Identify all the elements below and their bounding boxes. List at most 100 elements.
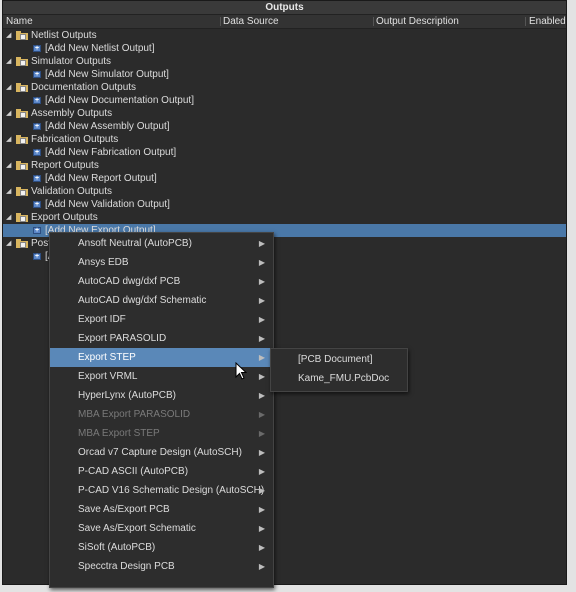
context-menu-item[interactable]: SiSoft (AutoPCB) ▶	[50, 538, 273, 557]
add-output-icon: +	[33, 149, 41, 156]
column-divider[interactable]	[373, 17, 374, 26]
add-output-icon: +	[33, 71, 41, 78]
add-output-row[interactable]: + [Add New Report Output]	[3, 172, 566, 185]
tree-category-row[interactable]: ◢ Assembly Outputs	[3, 107, 566, 120]
folder-icon	[16, 135, 28, 144]
column-enabled[interactable]: Enabled	[529, 15, 566, 28]
submenu-arrow-icon: ▶	[258, 334, 265, 343]
context-menu-item[interactable]: Ansys EDB ▶	[50, 253, 273, 272]
context-menu-item[interactable]: Orcad v7 Capture Design (AutoSCH) ▶	[50, 443, 273, 462]
submenu-arrow-icon: ▶	[258, 315, 265, 324]
context-menu-item[interactable]: AutoCAD dwg/dxf PCB ▶	[50, 272, 273, 291]
menu-item-label: Save As/Export Schematic	[78, 523, 196, 534]
menu-item-label: P-CAD ASCII (AutoPCB)	[78, 466, 189, 477]
expand-triangle-icon[interactable]: ◢	[6, 159, 11, 172]
add-output-row[interactable]: + [Add New Simulator Output]	[3, 68, 566, 81]
submenu-arrow-icon: ▶	[258, 239, 265, 248]
submenu-arrow-icon: ▶	[258, 296, 265, 305]
submenu-arrow-icon: ▶	[258, 467, 265, 476]
folder-icon	[16, 83, 28, 92]
folder-icon	[16, 161, 28, 170]
menu-item-label: AutoCAD dwg/dxf Schematic	[78, 295, 207, 306]
column-divider[interactable]	[525, 17, 526, 26]
expand-triangle-icon[interactable]: ◢	[6, 185, 11, 198]
tree-category-row[interactable]: ◢ Validation Outputs	[3, 185, 566, 198]
column-name[interactable]: Name	[6, 15, 33, 28]
folder-icon	[16, 187, 28, 196]
context-menu-item[interactable]: P-CAD V16 Schematic Design (AutoSCH) ▶	[50, 481, 273, 500]
tree-category-label: Export Outputs	[31, 212, 98, 223]
folder-icon	[16, 109, 28, 118]
expand-triangle-icon[interactable]: ◢	[6, 107, 11, 120]
add-output-row[interactable]: + [Add New Assembly Output]	[3, 120, 566, 133]
panel-title: Outputs	[3, 1, 566, 15]
submenu-arrow-icon: ▶	[258, 372, 265, 381]
menu-item-label: Export IDF	[78, 314, 126, 325]
tree-category-label: Netlist Outputs	[31, 30, 97, 41]
submenu-arrow-icon: ▶	[258, 277, 265, 286]
add-output-row[interactable]: + [Add New Validation Output]	[3, 198, 566, 211]
column-output-description[interactable]: Output Description	[376, 15, 459, 28]
submenu-item-label: [PCB Document]	[298, 354, 373, 365]
tree-category-label: Fabrication Outputs	[31, 134, 119, 145]
menu-item-label: Save As/Export PCB	[78, 504, 170, 515]
context-menu-item[interactable]: HyperLynx (AutoPCB) ▶	[50, 386, 273, 405]
add-output-row[interactable]: + [Add New Netlist Output]	[3, 42, 566, 55]
add-output-row[interactable]: + [Add New Fabrication Output]	[3, 146, 566, 159]
menu-item-label: Export VRML	[78, 371, 138, 382]
expand-triangle-icon[interactable]: ◢	[6, 55, 11, 68]
add-output-icon: +	[33, 97, 41, 104]
add-output-label: [Add New Assembly Output]	[45, 121, 170, 132]
submenu-arrow-icon: ▶	[258, 543, 265, 552]
context-menu-item[interactable]: Save As/Export Schematic ▶	[50, 519, 273, 538]
tree-category-row[interactable]: ◢ Export Outputs	[3, 211, 566, 224]
add-output-icon: +	[33, 175, 41, 182]
expand-triangle-icon[interactable]: ◢	[6, 81, 11, 94]
submenu-arrow-icon: ▶	[258, 429, 265, 438]
add-output-icon: +	[33, 45, 41, 52]
expand-triangle-icon[interactable]: ◢	[6, 133, 11, 146]
column-divider[interactable]	[220, 17, 221, 26]
submenu-arrow-icon: ▶	[258, 562, 265, 571]
tree-category-row[interactable]: ◢ Documentation Outputs	[3, 81, 566, 94]
add-output-label: [Add New Fabrication Output]	[45, 147, 177, 158]
export-step-submenu: [PCB Document] Kame_FMU.PcbDoc	[270, 348, 408, 392]
menu-item-label: HyperLynx (AutoPCB)	[78, 390, 176, 401]
context-menu-item[interactable]: P-CAD ASCII (AutoPCB) ▶	[50, 462, 273, 481]
tree-category-row[interactable]: ◢ Fabrication Outputs	[3, 133, 566, 146]
menu-item-label: Ansoft Neutral (AutoPCB)	[78, 238, 192, 249]
expand-triangle-icon[interactable]: ◢	[6, 237, 11, 250]
submenu-arrow-icon: ▶	[258, 524, 265, 533]
context-menu-item[interactable]: Specctra Design PCB ▶	[50, 557, 273, 576]
submenu-item[interactable]: [PCB Document]	[271, 350, 407, 369]
tree-category-label: Validation Outputs	[31, 186, 112, 197]
menu-item-label: Export PARASOLID	[78, 333, 167, 344]
context-menu-item[interactable]: Ansoft Neutral (AutoPCB) ▶	[50, 234, 273, 253]
submenu-arrow-icon: ▶	[258, 410, 265, 419]
menu-item-label: MBA Export PARASOLID	[78, 409, 191, 420]
submenu-item[interactable]: Kame_FMU.PcbDoc	[271, 369, 407, 388]
context-menu-item[interactable]: Export PARASOLID ▶	[50, 329, 273, 348]
context-menu: Ansoft Neutral (AutoPCB) ▶ Ansys EDB ▶ AutoC…	[49, 232, 274, 588]
menu-item-label: MBA Export STEP	[78, 428, 160, 439]
submenu-item-label: Kame_FMU.PcbDoc	[298, 373, 390, 384]
context-menu-item[interactable]: Export IDF ▶	[50, 310, 273, 329]
column-data-source[interactable]: Data Source	[223, 15, 279, 28]
context-menu-item: MBA Export PARASOLID ▶	[50, 405, 273, 424]
expand-triangle-icon[interactable]: ◢	[6, 29, 11, 42]
context-menu-item[interactable]: Save As/Export PCB ▶	[50, 500, 273, 519]
add-output-label: [Add New Simulator Output]	[45, 69, 169, 80]
tree-category-row[interactable]: ◢ Netlist Outputs	[3, 29, 566, 42]
add-output-icon: +	[33, 201, 41, 208]
tree-category-row[interactable]: ◢ Simulator Outputs	[3, 55, 566, 68]
tree-category-row[interactable]: ◢ Report Outputs	[3, 159, 566, 172]
menu-item-label: Specctra Design PCB	[78, 561, 175, 572]
tree-category-label: Documentation Outputs	[31, 82, 137, 93]
add-output-icon: +	[33, 227, 41, 234]
column-header: Name Data Source Output Description Enab…	[3, 15, 566, 29]
menu-item-label: AutoCAD dwg/dxf PCB	[78, 276, 181, 287]
add-output-row[interactable]: + [Add New Documentation Output]	[3, 94, 566, 107]
context-menu-item: MBA Export STEP ▶	[50, 424, 273, 443]
context-menu-item[interactable]: AutoCAD dwg/dxf Schematic ▶	[50, 291, 273, 310]
expand-triangle-icon[interactable]: ◢	[6, 211, 11, 224]
